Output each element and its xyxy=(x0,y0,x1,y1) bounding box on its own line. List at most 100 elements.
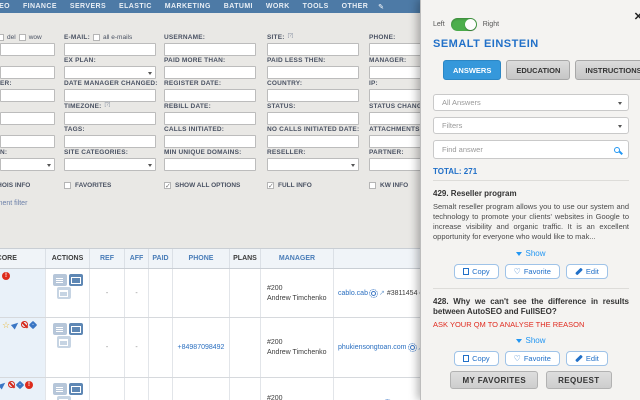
gear-icon[interactable] xyxy=(368,288,378,298)
filter-input[interactable] xyxy=(64,43,156,56)
column-header-aff[interactable]: AFF xyxy=(125,249,149,268)
toggle-knob[interactable] xyxy=(464,19,476,30)
filter-input[interactable] xyxy=(0,89,55,102)
folder-button[interactable] xyxy=(56,336,71,348)
tags-icon[interactable] xyxy=(28,320,38,330)
filters-dropdown-value: Filters xyxy=(442,121,463,130)
filter-input[interactable] xyxy=(164,43,256,56)
nav-item-tools[interactable]: TOOLS xyxy=(303,3,329,10)
permanent-filter-link[interactable]: Permanent filter xyxy=(0,200,27,207)
filter-input[interactable] xyxy=(0,112,55,125)
folder-button[interactable] xyxy=(56,396,71,400)
field-label: REBILL DATE: xyxy=(164,102,256,111)
nav-item-finance[interactable]: FINANCE xyxy=(23,3,57,10)
filter-select[interactable] xyxy=(0,158,55,171)
show-toggle[interactable]: Show xyxy=(433,249,629,258)
idcard-button[interactable] xyxy=(68,323,83,335)
filter-input[interactable] xyxy=(267,112,359,125)
nav-item-work[interactable]: WORK xyxy=(266,3,290,10)
exclamation-circle-icon[interactable]: ! xyxy=(2,272,10,280)
tags-icon[interactable] xyxy=(15,380,25,390)
ban-icon[interactable] xyxy=(8,381,15,388)
filter-select[interactable] xyxy=(267,158,359,171)
magnifier-icon[interactable] xyxy=(614,146,620,153)
pencil-icon[interactable]: ✎ xyxy=(378,3,384,11)
folder-button[interactable] xyxy=(56,287,71,299)
filter-input[interactable] xyxy=(0,43,55,56)
tab-education[interactable]: EDUCATION xyxy=(506,60,571,80)
my-favorites-button[interactable]: MY FAVORITES xyxy=(450,371,539,389)
filter-input[interactable] xyxy=(164,66,256,79)
checkbox[interactable] xyxy=(267,182,274,190)
filter-input[interactable] xyxy=(267,89,359,102)
column-header-ref[interactable]: REF xyxy=(90,249,125,268)
nav-item-elastic[interactable]: ELASTIC xyxy=(119,3,152,10)
chevron-down-icon xyxy=(618,125,622,128)
favorite-button[interactable]: ♡ Favorite xyxy=(504,351,560,366)
nav-item-servers[interactable]: SERVERS xyxy=(70,3,106,10)
gear-icon[interactable] xyxy=(407,343,417,352)
nav-item-other[interactable]: OTHER xyxy=(342,3,369,10)
copy-button[interactable]: Copy xyxy=(454,351,499,366)
column-header-paid[interactable]: PAID xyxy=(149,249,173,268)
checkbox[interactable] xyxy=(164,182,171,190)
checkbox[interactable] xyxy=(18,34,26,41)
clipboard-button[interactable] xyxy=(52,323,67,335)
filter-select[interactable] xyxy=(64,158,156,171)
exclamation-circle-icon[interactable]: ! xyxy=(25,381,33,389)
filter-input[interactable] xyxy=(164,135,256,148)
tab-answers[interactable]: ANSWERS xyxy=(443,60,502,80)
checkbox[interactable] xyxy=(369,182,376,189)
filter-input[interactable] xyxy=(64,135,156,148)
nav-item-seo[interactable]: SEO xyxy=(0,3,10,10)
site-link[interactable]: phukiensongtoan.com xyxy=(338,344,407,351)
show-toggle[interactable]: Show xyxy=(433,336,629,345)
copy-button[interactable]: Copy xyxy=(454,264,499,279)
column-header-actions[interactable]: ACTIONS xyxy=(46,249,90,268)
nav-item-marketing[interactable]: MARKETING xyxy=(165,3,211,10)
paper-plane-icon[interactable] xyxy=(10,320,21,330)
filter-input[interactable] xyxy=(64,89,156,102)
column-header-manager[interactable]: MANAGER xyxy=(261,249,334,268)
paper-plane-icon[interactable] xyxy=(0,380,8,390)
filter-input[interactable] xyxy=(267,135,359,148)
column-header-score[interactable]: SCORE xyxy=(0,249,46,268)
answers-dropdown[interactable]: All Answers xyxy=(433,94,629,111)
caret-down-icon xyxy=(516,251,523,256)
search-input[interactable] xyxy=(442,145,614,154)
edit-button[interactable]: Edit xyxy=(565,351,608,366)
checkbox[interactable] xyxy=(0,34,4,41)
filter-input[interactable] xyxy=(267,66,359,79)
request-button[interactable]: REQUEST xyxy=(546,371,612,389)
site-link[interactable]: cablo.cab xyxy=(338,290,368,297)
filter-input[interactable] xyxy=(164,112,256,125)
filter-field: EX PLAN: xyxy=(64,56,156,79)
column-header-phone[interactable]: PHONE xyxy=(173,249,230,268)
clipboard-button[interactable] xyxy=(52,274,67,286)
nav-item-batumi[interactable]: BATUMI xyxy=(224,3,253,10)
tab-instructions[interactable]: INSTRUCTIONS xyxy=(575,60,640,80)
field-label: PAID LESS THEN: xyxy=(267,56,359,65)
idcard-button[interactable] xyxy=(68,274,83,286)
position-toggle[interactable] xyxy=(450,18,477,31)
external-link-icon[interactable]: ↗ xyxy=(379,289,385,297)
checkbox[interactable] xyxy=(92,34,100,41)
edit-button[interactable]: Edit xyxy=(565,264,608,279)
filter-input[interactable] xyxy=(267,43,359,56)
filter-select[interactable] xyxy=(64,66,156,79)
filter-input[interactable] xyxy=(0,135,55,148)
filter-input[interactable] xyxy=(164,158,256,171)
favorite-button[interactable]: ♡ Favorite xyxy=(504,264,560,279)
clipboard-button[interactable] xyxy=(52,383,67,395)
filters-dropdown[interactable]: Filters xyxy=(433,117,629,134)
column-header-plans[interactable]: PLANS xyxy=(230,249,261,268)
filter-input[interactable] xyxy=(64,112,156,125)
filter-input[interactable] xyxy=(164,89,256,102)
checkbox[interactable] xyxy=(64,182,71,189)
star-icon[interactable]: ☆ xyxy=(2,321,10,330)
filter-input[interactable] xyxy=(0,66,55,79)
ban-icon[interactable] xyxy=(21,321,29,328)
idcard-button[interactable] xyxy=(68,383,83,395)
close-icon[interactable]: ✕ xyxy=(634,10,640,23)
phone-link[interactable]: +84987098492 xyxy=(178,344,225,351)
